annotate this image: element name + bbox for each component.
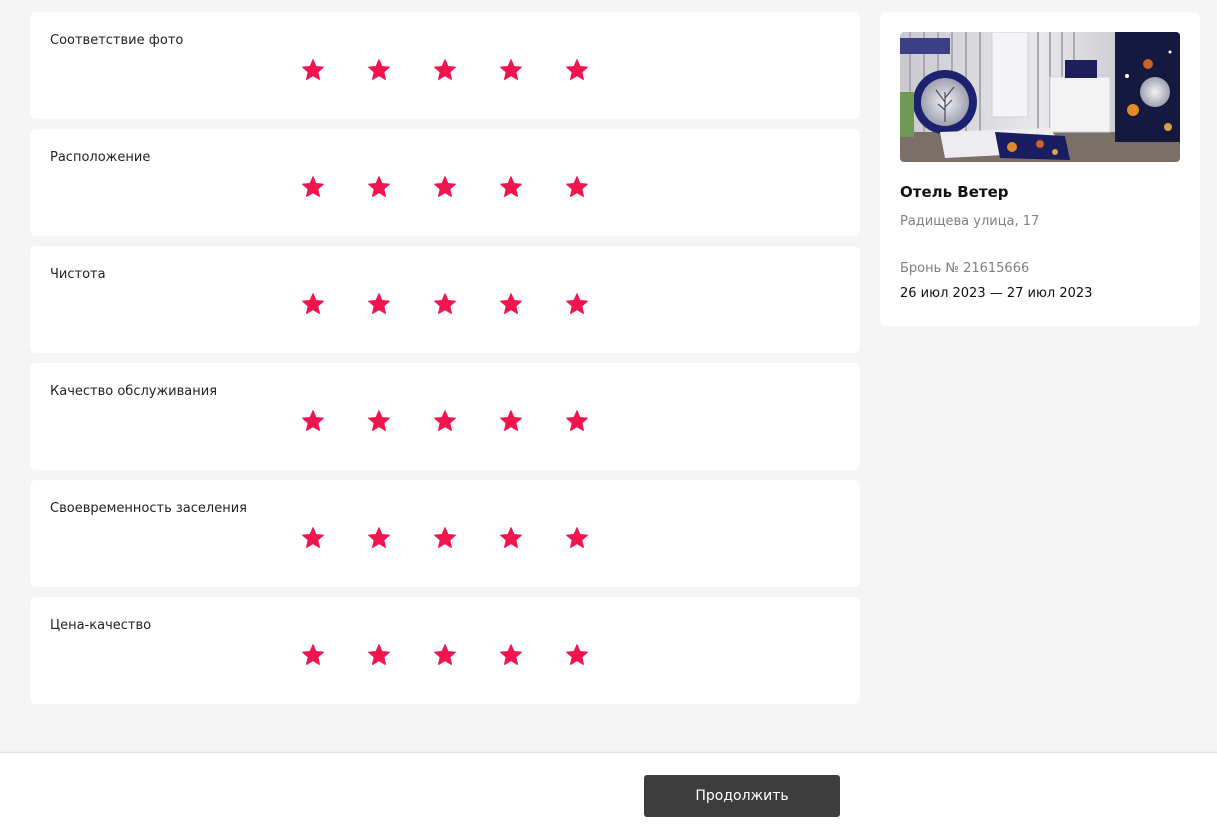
- star-icon[interactable]: [366, 57, 392, 83]
- star-rating: [300, 642, 630, 668]
- booking-dates: 26 июл 2023 — 27 июл 2023: [900, 286, 1093, 301]
- rating-card-photo-match: Соответствие фото: [30, 12, 860, 119]
- star-icon[interactable]: [498, 57, 524, 83]
- rating-label: Чистота: [50, 267, 106, 282]
- star-icon[interactable]: [300, 525, 326, 551]
- star-icon[interactable]: [366, 642, 392, 668]
- continue-button[interactable]: Продолжить: [644, 775, 840, 817]
- star-rating: [300, 291, 630, 317]
- rating-card-value-for-money: Цена-качество: [30, 597, 860, 704]
- rating-card-cleanliness: Чистота: [30, 246, 860, 353]
- star-icon[interactable]: [432, 57, 458, 83]
- hotel-name: Отель Ветер: [900, 183, 1009, 201]
- ratings-list: Соответствие фото Расположение Чистота К…: [30, 12, 860, 714]
- star-icon[interactable]: [564, 291, 590, 317]
- star-icon[interactable]: [366, 291, 392, 317]
- star-icon[interactable]: [432, 408, 458, 434]
- star-icon[interactable]: [498, 642, 524, 668]
- star-icon[interactable]: [498, 408, 524, 434]
- rating-label: Цена-качество: [50, 618, 152, 633]
- star-icon[interactable]: [366, 525, 392, 551]
- star-icon[interactable]: [432, 174, 458, 200]
- star-icon[interactable]: [300, 291, 326, 317]
- star-icon[interactable]: [564, 642, 590, 668]
- star-icon[interactable]: [300, 174, 326, 200]
- star-icon[interactable]: [366, 408, 392, 434]
- rating-label: Своевременность заселения: [50, 501, 247, 516]
- rating-card-location: Расположение: [30, 129, 860, 236]
- star-icon[interactable]: [498, 525, 524, 551]
- star-rating: [300, 408, 630, 434]
- star-icon[interactable]: [498, 174, 524, 200]
- star-icon[interactable]: [432, 525, 458, 551]
- star-icon[interactable]: [300, 57, 326, 83]
- star-icon[interactable]: [432, 291, 458, 317]
- footer-bar: Продолжить: [0, 752, 1217, 834]
- rating-card-service-quality: Качество обслуживания: [30, 363, 860, 470]
- hotel-summary-card: Отель Ветер Радищева улица, 17 Бронь № 2…: [880, 12, 1200, 326]
- star-rating: [300, 525, 630, 551]
- star-icon[interactable]: [366, 174, 392, 200]
- hotel-address: Радищева улица, 17: [900, 214, 1040, 229]
- rating-label: Соответствие фото: [50, 33, 184, 48]
- star-icon[interactable]: [300, 408, 326, 434]
- booking-number: Бронь № 21615666: [900, 261, 1030, 276]
- star-icon[interactable]: [300, 642, 326, 668]
- star-icon[interactable]: [564, 174, 590, 200]
- star-rating: [300, 174, 630, 200]
- rating-card-checkin-timeliness: Своевременность заселения: [30, 480, 860, 587]
- star-icon[interactable]: [498, 291, 524, 317]
- star-icon[interactable]: [564, 525, 590, 551]
- rating-label: Качество обслуживания: [50, 384, 218, 399]
- rating-label: Расположение: [50, 150, 151, 165]
- star-icon[interactable]: [564, 408, 590, 434]
- star-rating: [300, 57, 630, 83]
- star-icon[interactable]: [432, 642, 458, 668]
- hotel-photo: [900, 32, 1180, 162]
- star-icon[interactable]: [564, 57, 590, 83]
